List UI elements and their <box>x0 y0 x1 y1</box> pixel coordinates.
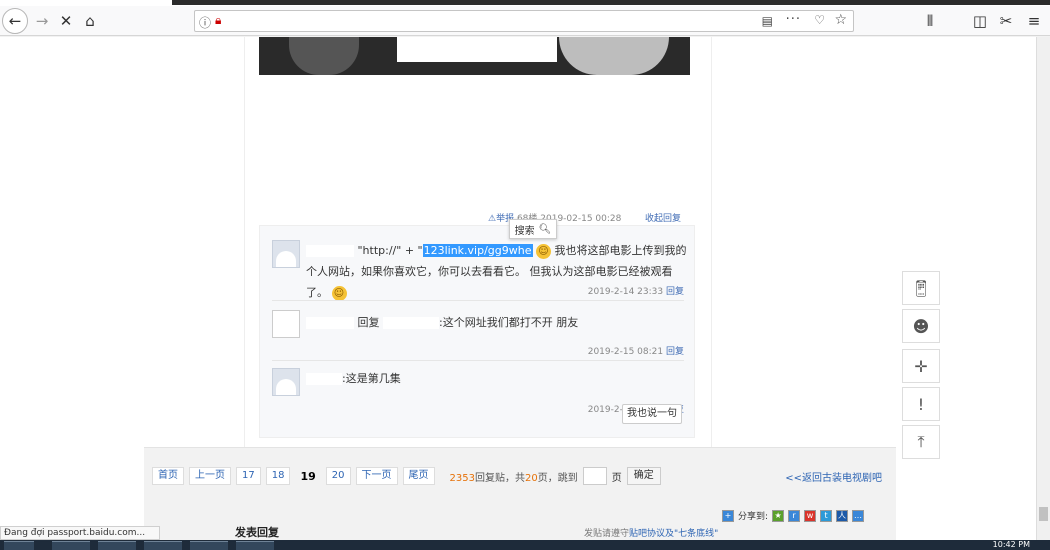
forward-arrow-icon[interactable]: → <box>30 9 54 33</box>
reply-form-title: 发表回复 <box>235 526 279 539</box>
tencent-icon[interactable]: t <box>820 509 833 522</box>
back-arrow-icon[interactable]: ← <box>2 8 28 34</box>
share-row: + 分享到: ★ r w t 人 … <box>722 509 865 522</box>
taskbar-clock: 10:42 PM <box>992 540 1030 549</box>
taskbar: 10:42 PM <box>0 540 1050 550</box>
jump-ok-button[interactable]: 确定 <box>626 467 661 485</box>
reply-link[interactable]: 回复 <box>666 347 684 357</box>
add-comment-button[interactable]: 我也说一句 <box>622 404 682 424</box>
back-to-forum-link[interactable]: <<返回古装电视剧吧 <box>785 469 882 484</box>
star-icon[interactable]: ☆ <box>834 12 847 28</box>
page-unit-label: 页 <box>611 472 622 484</box>
pagination-bar: 首页 上一页 17 18 19 20 下一页 尾页 2353回复贴，共20页，跳… <box>144 447 896 505</box>
comment-text: 回复 :这个网址我们都打不开 朋友 <box>306 312 691 333</box>
status-bar: Đang đợi passport.baidu.com... <box>0 526 160 540</box>
weibo-icon[interactable]: w <box>804 509 817 522</box>
post-image[interactable] <box>259 37 690 75</box>
page-link[interactable]: 18 <box>265 467 291 485</box>
close-icon[interactable]: ✕ <box>54 9 78 33</box>
page-link[interactable]: 20 <box>325 467 351 485</box>
divider <box>272 300 684 301</box>
pagination: 首页 上一页 17 18 19 20 下一页 尾页 2353回复贴，共20页，跳… <box>152 467 661 485</box>
hamburger-menu-icon[interactable]: ≡ <box>1022 9 1046 33</box>
avatar[interactable] <box>272 240 300 268</box>
bear-icon[interactable]: ☻ <box>902 309 940 343</box>
feedback-icon[interactable]: ! <box>902 387 940 421</box>
emoji-icon: ☺ <box>331 285 347 301</box>
task-item[interactable] <box>52 541 90 550</box>
rules-link[interactable]: 贴吧协议及"七条底线" <box>629 529 718 539</box>
avatar[interactable] <box>272 368 300 396</box>
page-actions-icon[interactable]: ··· <box>786 12 801 27</box>
image-redaction <box>397 37 557 62</box>
vertical-scrollbar[interactable] <box>1036 37 1050 550</box>
comment-text: :这是第几集 <box>306 368 691 389</box>
collapse-replies-link[interactable]: 收起回复 <box>645 211 681 224</box>
insecure-lock-icon[interactable]: 🔒︎ <box>215 13 221 28</box>
task-item[interactable] <box>144 541 182 550</box>
posting-rules: 发贴请遵守贴吧协议及"七条底线" <box>584 529 719 539</box>
task-item[interactable] <box>190 541 228 550</box>
image-figure-left <box>289 37 359 75</box>
divider <box>272 360 684 361</box>
plus-icon[interactable]: + <box>722 509 734 522</box>
task-item[interactable] <box>98 541 136 550</box>
qzone-icon[interactable]: ★ <box>772 509 785 522</box>
scrollbar-thumb[interactable] <box>1039 507 1048 521</box>
next-page-link[interactable]: 下一页 <box>355 467 398 485</box>
task-item[interactable] <box>236 541 274 550</box>
library-icon[interactable]: ⫴ <box>918 9 942 33</box>
home-icon[interactable]: ⌂ <box>78 9 102 33</box>
url-bar[interactable]: ⓘ 🔒︎ ▤ ··· ♡ ☆ <box>194 10 854 32</box>
username-redacted[interactable] <box>306 245 354 257</box>
download-app-icon[interactable]: 📱︎ <box>902 271 940 305</box>
window-titlebar <box>172 0 1050 5</box>
baidu-icon[interactable]: 人 <box>836 509 849 522</box>
comment-list: "http://" + "123link.vip/gg9whe ☺ 我也将这部电… <box>259 225 695 438</box>
search-popup[interactable]: 搜索 🔍︎ <box>509 219 557 239</box>
current-page: 19 <box>300 469 316 483</box>
page-link[interactable]: 17 <box>236 467 261 485</box>
reply-word: 回复 <box>357 316 380 329</box>
first-page-link[interactable]: 首页 <box>152 467 184 485</box>
search-icon: 🔍︎ <box>538 223 552 235</box>
prev-page-link[interactable]: 上一页 <box>189 467 231 485</box>
reply-link[interactable]: 回复 <box>666 287 684 297</box>
info-icon[interactable]: ⓘ <box>199 14 211 31</box>
sidebar-icon[interactable]: ◫ <box>968 9 992 33</box>
username-redacted[interactable] <box>306 373 342 385</box>
add-icon[interactable]: ✛ <box>902 349 940 383</box>
share-label: 分享到: <box>738 512 769 522</box>
image-figure-right <box>559 37 669 75</box>
left-margin <box>0 37 144 550</box>
start-button[interactable] <box>4 541 34 550</box>
selected-text: 123link.vip/gg9whe <box>422 244 533 257</box>
last-page-link[interactable]: 尾页 <box>402 467 435 485</box>
username-redacted[interactable] <box>306 317 354 329</box>
screenshot-icon[interactable]: ✂ <box>994 9 1018 33</box>
comment-time: 2019-2-15 08:21 回复 <box>587 347 684 357</box>
pocket-icon[interactable]: ♡ <box>814 13 825 27</box>
reader-view-icon[interactable]: ▤ <box>762 14 773 28</box>
comment-time: 2019-2-14 23:33 回复 <box>587 287 684 297</box>
reply-count-info: 2353回复贴，共20页，跳到 <box>449 472 578 484</box>
more-share-icon[interactable]: … <box>852 509 865 522</box>
page-jump-input[interactable] <box>582 467 607 485</box>
page-viewport: ⚠举报 68楼 2019-02-15 00:28 收起回复 "http://" … <box>0 37 1050 550</box>
renren-icon[interactable]: r <box>788 509 801 522</box>
back-to-top-icon[interactable]: ⤒ <box>902 425 940 459</box>
browser-toolbar: ← → ✕ ⌂ ⓘ 🔒︎ ▤ ··· ♡ ☆ ⫴ ◫ ✂ ≡ <box>0 6 1050 36</box>
username-redacted[interactable] <box>383 317 439 329</box>
avatar[interactable] <box>272 310 300 338</box>
emoji-icon: ☺ <box>536 243 551 259</box>
